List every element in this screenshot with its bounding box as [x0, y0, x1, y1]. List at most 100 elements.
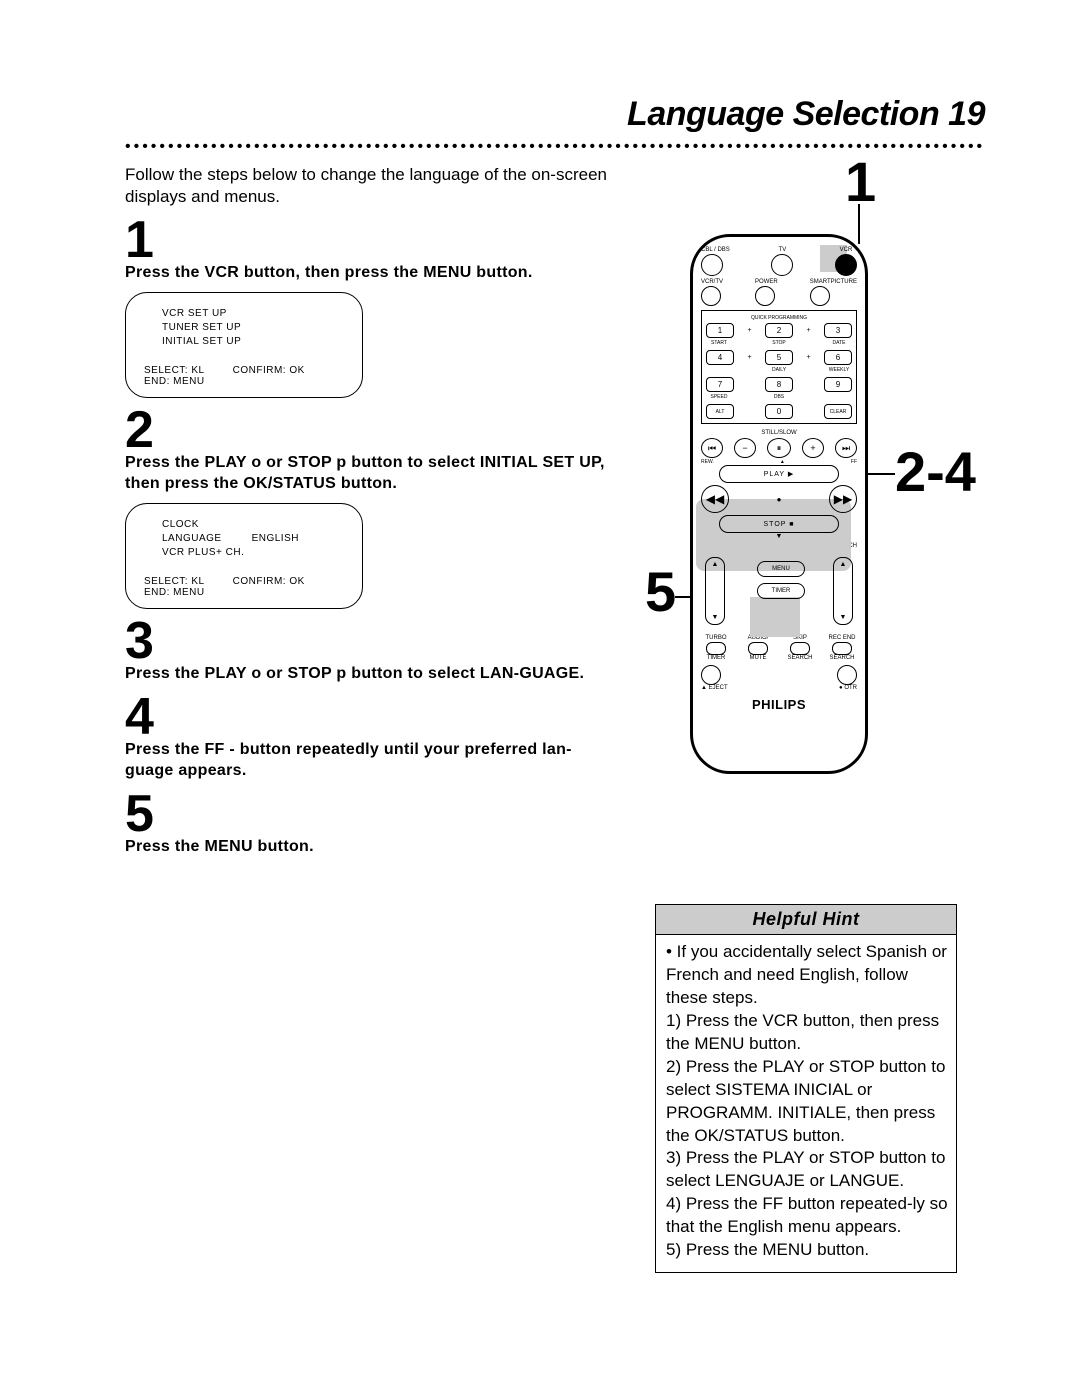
step-3-number: 3 [125, 615, 619, 667]
tv-button[interactable] [771, 254, 793, 276]
callout-1: 1 [845, 154, 876, 210]
instructions-column: Follow the steps below to change the lan… [125, 164, 619, 1273]
vol-rocker[interactable]: ▲▼ [705, 557, 725, 625]
step-2-number: 2 [125, 404, 619, 456]
step-5-number: 5 [125, 788, 619, 840]
ff-button[interactable]: ▶▶ [829, 485, 857, 513]
page: Language Selection 19 ••••••••••••••••••… [0, 0, 1080, 1397]
intro-text: Follow the steps below to change the lan… [125, 164, 619, 208]
callout-5: 5 [645, 564, 676, 620]
pause-step-button[interactable]: ⏸ [767, 438, 791, 458]
label: TIMER [701, 655, 731, 661]
label: SPEED [706, 394, 732, 402]
label: ● OTR [839, 685, 857, 691]
label: TV [771, 247, 793, 253]
label: VCR [835, 247, 857, 253]
num-0-button[interactable]: 0 [765, 404, 793, 419]
page-title: Language Selection 19 [125, 95, 985, 134]
osd-value: ENGLISH [252, 532, 299, 546]
step-3-text: Press the PLAY o or STOP p button to sel… [125, 663, 619, 685]
step-1-number: 1 [125, 214, 619, 266]
osd-line: CLOCK [162, 518, 344, 532]
otr-button[interactable] [837, 665, 857, 685]
label: STILL/SLOW [701, 430, 857, 436]
label: ▲ EJECT [701, 685, 728, 691]
osd-select: SELECT: KL [144, 576, 205, 587]
label: REC END [827, 635, 857, 641]
num-9-button[interactable]: 9 [824, 377, 852, 392]
label: DAILY [766, 367, 792, 375]
osd-end: END: MENU [144, 587, 205, 598]
osd-line: VCR PLUS+ CH. [162, 546, 344, 560]
label: WEEKLY [826, 367, 852, 375]
alt-button[interactable]: ALT [706, 404, 734, 419]
eject-button[interactable] [701, 665, 721, 685]
num-8-button[interactable]: 8 [765, 377, 793, 392]
rew-button[interactable]: ◀◀ [701, 485, 729, 513]
num-7-button[interactable]: 7 [706, 377, 734, 392]
num-1-button[interactable]: 1 [706, 323, 734, 338]
timer-button[interactable]: TIMER [757, 583, 805, 599]
hint-text: • If you accidentally select Spanish or … [666, 941, 950, 1010]
next-track-button[interactable]: ⏭ [835, 438, 857, 458]
cbl-dbs-button[interactable] [701, 254, 723, 276]
brand-logo: PHILIPS [701, 697, 857, 712]
label: REW. [701, 459, 714, 465]
label: CBL / DBS [701, 247, 730, 253]
skip-button[interactable] [790, 642, 810, 655]
osd-line: LANGUAGE [162, 532, 222, 546]
step-4-number: 4 [125, 691, 619, 743]
audio-button[interactable] [748, 642, 768, 655]
step-1-text: Press the VCR button, then press the MEN… [125, 262, 619, 284]
ch-rocker[interactable]: ▲▼ [833, 557, 853, 625]
label: POWER [755, 279, 778, 285]
num-5-button[interactable]: 5 [765, 350, 793, 365]
step-5-text: Press the MENU button. [125, 836, 619, 858]
helpful-hint-box: Helpful Hint • If you accidentally selec… [655, 904, 957, 1273]
number-pad: QUICK PROGRAMMING 1+ 2+ 3 STARTSTOPDATE … [701, 310, 857, 424]
callout-2-4: 2-4 [895, 444, 976, 500]
num-2-button[interactable]: 2 [765, 323, 793, 338]
prev-track-button[interactable]: ⏮ [701, 438, 723, 458]
osd-line: VCR SET UP [162, 307, 344, 321]
label: FF [851, 459, 857, 465]
minus-button[interactable]: − [734, 438, 756, 458]
step-2-text: Press the PLAY o or STOP p button to sel… [125, 452, 619, 495]
remote-control: CBL / DBS TV VCR VCR/TV POWER SMARTPICTU… [690, 234, 868, 774]
rec-end-button[interactable] [832, 642, 852, 655]
remote-column: 1 2-4 5 CBL / DBS TV [655, 164, 985, 1273]
hint-text: 2) Press the PLAY or STOP button to sele… [666, 1056, 950, 1148]
clear-button[interactable]: CLEAR [824, 404, 852, 419]
vcr-button[interactable] [835, 254, 857, 276]
osd-select: SELECT: KL [144, 365, 205, 376]
play-button[interactable]: PLAY ▶ [719, 465, 839, 483]
hint-text: 4) Press the FF button repeated-ly so th… [666, 1193, 950, 1239]
vcr-tv-button[interactable] [701, 286, 721, 306]
num-4-button[interactable]: 4 [706, 350, 734, 365]
num-6-button[interactable]: 6 [824, 350, 852, 365]
label: MUTE [743, 655, 773, 661]
menu-button[interactable]: MENU [757, 561, 805, 577]
osd-line: TUNER SET UP [162, 321, 344, 335]
label: START [706, 340, 732, 348]
label: STOP [766, 340, 792, 348]
stop-button[interactable]: STOP ■ [719, 515, 839, 533]
hint-text: 3) Press the PLAY or STOP button to sele… [666, 1147, 950, 1193]
osd-screen-1: VCR SET UP TUNER SET UP INITIAL SET UP S… [125, 292, 363, 398]
label: SEARCH [827, 655, 857, 661]
plus-button[interactable]: + [802, 438, 824, 458]
turbo-button[interactable] [706, 642, 726, 655]
label: DBS [766, 394, 792, 402]
hint-title: Helpful Hint [656, 905, 956, 935]
label: QUICK PROGRAMMING [706, 315, 852, 321]
callout-line [858, 204, 860, 244]
power-button[interactable] [755, 286, 775, 306]
callout-line [868, 473, 895, 475]
hint-text: 5) Press the MENU button. [666, 1239, 950, 1262]
smartpicture-button[interactable] [810, 286, 830, 306]
num-3-button[interactable]: 3 [824, 323, 852, 338]
step-4-text: Press the FF - button repeatedly until y… [125, 739, 619, 782]
osd-confirm: CONFIRM: OK [233, 365, 305, 387]
label: VCR/TV [701, 279, 723, 285]
osd-screen-2: CLOCK LANGUAGE ENGLISH VCR PLUS+ CH. SEL… [125, 503, 363, 609]
